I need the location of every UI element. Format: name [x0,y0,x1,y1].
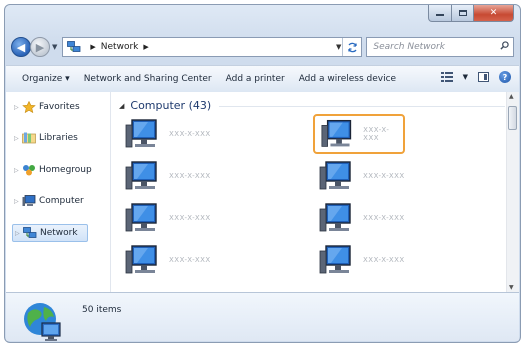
address-bar[interactable]: ▶ Network ▶ ▼ [62,37,363,57]
sidebar-item-label: Libraries [39,133,78,143]
computer-icon [125,161,157,190]
expand-icon[interactable]: ▷ [15,230,23,237]
maximize-icon [458,10,467,16]
computer-tile[interactable]: XXX-X-XXX [119,198,211,238]
computer-icon [125,245,157,274]
sidebar-item-label: Homegroup [39,165,92,175]
view-options-dropdown-icon[interactable]: ▼ [463,73,468,81]
network-icon [67,41,81,52]
item-count: 50 items [82,305,122,315]
computer-icon [321,119,352,147]
sidebar-item-computer[interactable]: ▷ Computer [14,192,84,210]
refresh-icon [348,42,357,52]
add-wireless-device-button[interactable]: Add a wireless device [299,74,396,84]
scroll-down-icon[interactable]: ▼ [509,284,514,291]
group-title: Computer (43) [130,99,212,112]
sidebar-item-network[interactable]: ▷ Network [12,224,88,242]
group-divider [219,106,505,107]
preview-pane-icon[interactable] [478,72,489,82]
close-button[interactable]: ✕ [474,5,514,22]
expand-icon[interactable]: ▷ [14,198,22,205]
computer-name: XXX-X-XXX [169,214,211,222]
command-bar: Organize ▾ Network and Sharing Center Ad… [6,65,519,93]
network-globe-icon [24,303,61,341]
expand-icon[interactable]: ▷ [14,135,22,142]
computer-name: XXX-X-XXX [169,172,211,180]
expand-icon[interactable]: ▷ [14,104,22,111]
navigation-pane: ▷ Favorites ▷ Libraries ▷ Homegroup ▷ Co… [6,92,111,292]
sidebar-item-libraries[interactable]: ▷ Libraries [14,129,78,147]
add-printer-button[interactable]: Add a printer [226,74,285,84]
minimize-button[interactable] [428,5,452,22]
help-icon[interactable]: ? [499,71,511,83]
sidebar-item-favorites[interactable]: ▷ Favorites [14,98,80,116]
back-button[interactable]: ◀ [11,37,31,57]
computer-name: XXX-X-XXX [363,256,405,264]
scrollbar-thumb[interactable] [508,106,517,130]
network-sharing-center-button[interactable]: Network and Sharing Center [84,74,212,84]
toolbar-right-group: ▼ ? [440,71,511,83]
computer-tile[interactable]: XXX-X-XXX [313,240,405,280]
computer-icon [319,161,351,190]
computer-name: XXX-X-XXX [363,172,405,180]
maximize-button[interactable] [452,5,474,22]
computer-tile[interactable]: XXX-X-XXX [313,114,405,154]
organize-menu[interactable]: Organize ▾ [22,74,70,84]
collapse-group-icon[interactable]: ◢ [119,102,124,110]
forward-arrow-icon: ▶ [35,40,45,54]
refresh-button[interactable] [342,38,361,56]
computer-name: XXX-X-XXX [363,214,405,222]
address-dropdown-icon[interactable]: ▼ [336,43,341,51]
computer-name: XXX-X-XXX [169,256,211,264]
vertical-scrollbar[interactable]: ▲ ▼ [506,92,519,292]
computer-name: XXX-X-XXX [363,126,390,142]
libraries-icon [22,132,36,144]
sidebar-item-homegroup[interactable]: ▷ Homegroup [14,161,92,179]
forward-button[interactable]: ▶ [30,37,50,57]
caption-buttons: ✕ [428,5,514,23]
computer-tile[interactable]: XXX-X-XXX [119,240,211,280]
homegroup-icon [23,165,35,176]
computer-name: XXX-X-XXX [169,130,211,138]
network-icon [23,227,37,238]
computer-icon [22,195,36,206]
minimize-icon [436,14,444,16]
computer-icon [319,245,351,274]
sidebar-item-label: Network [40,228,78,238]
search-box[interactable]: Search Network [366,37,514,57]
computer-icon [125,203,157,232]
breadcrumb-separator-icon[interactable]: ▶ [90,43,95,51]
computer-tile[interactable]: XXX-X-XXX [119,114,211,154]
content-area: ▷ Favorites ▷ Libraries ▷ Homegroup ▷ Co… [6,92,519,292]
explorer-window: ✕ ◀ ▶ ▼ ▶ Network ▶ ▼ Search Network Org… [4,4,521,343]
computer-tile[interactable]: XXX-X-XXX [313,156,405,196]
computer-icon [125,119,157,148]
file-list: ◢ Computer (43) XXX-X-XXX XXX-X-XXX XXX-X-… [111,92,519,292]
scroll-up-icon[interactable]: ▲ [509,93,514,100]
details-pane: 50 items [6,292,519,341]
breadcrumb-separator-icon[interactable]: ▶ [143,43,148,51]
computer-tile[interactable]: XXX-X-XXX [313,198,405,238]
computer-tile[interactable]: XXX-X-XXX [119,156,211,196]
back-arrow-icon: ◀ [16,40,26,54]
change-view-icon[interactable] [440,72,453,82]
search-icon[interactable] [500,41,509,50]
group-header-computer[interactable]: ◢ Computer (43) [119,99,211,112]
breadcrumb-network[interactable]: Network [101,42,139,52]
recent-pages-dropdown[interactable]: ▼ [52,43,57,51]
search-placeholder[interactable]: Search Network [373,42,445,52]
navigation-bar: ◀ ▶ ▼ ▶ Network ▶ ▼ Search Network [11,35,514,59]
computer-icon [319,203,351,232]
sidebar-item-label: Computer [39,196,84,206]
expand-icon[interactable]: ▷ [14,167,22,174]
sidebar-item-label: Favorites [39,102,80,112]
close-icon: ✕ [489,8,498,18]
star-icon [22,101,36,113]
